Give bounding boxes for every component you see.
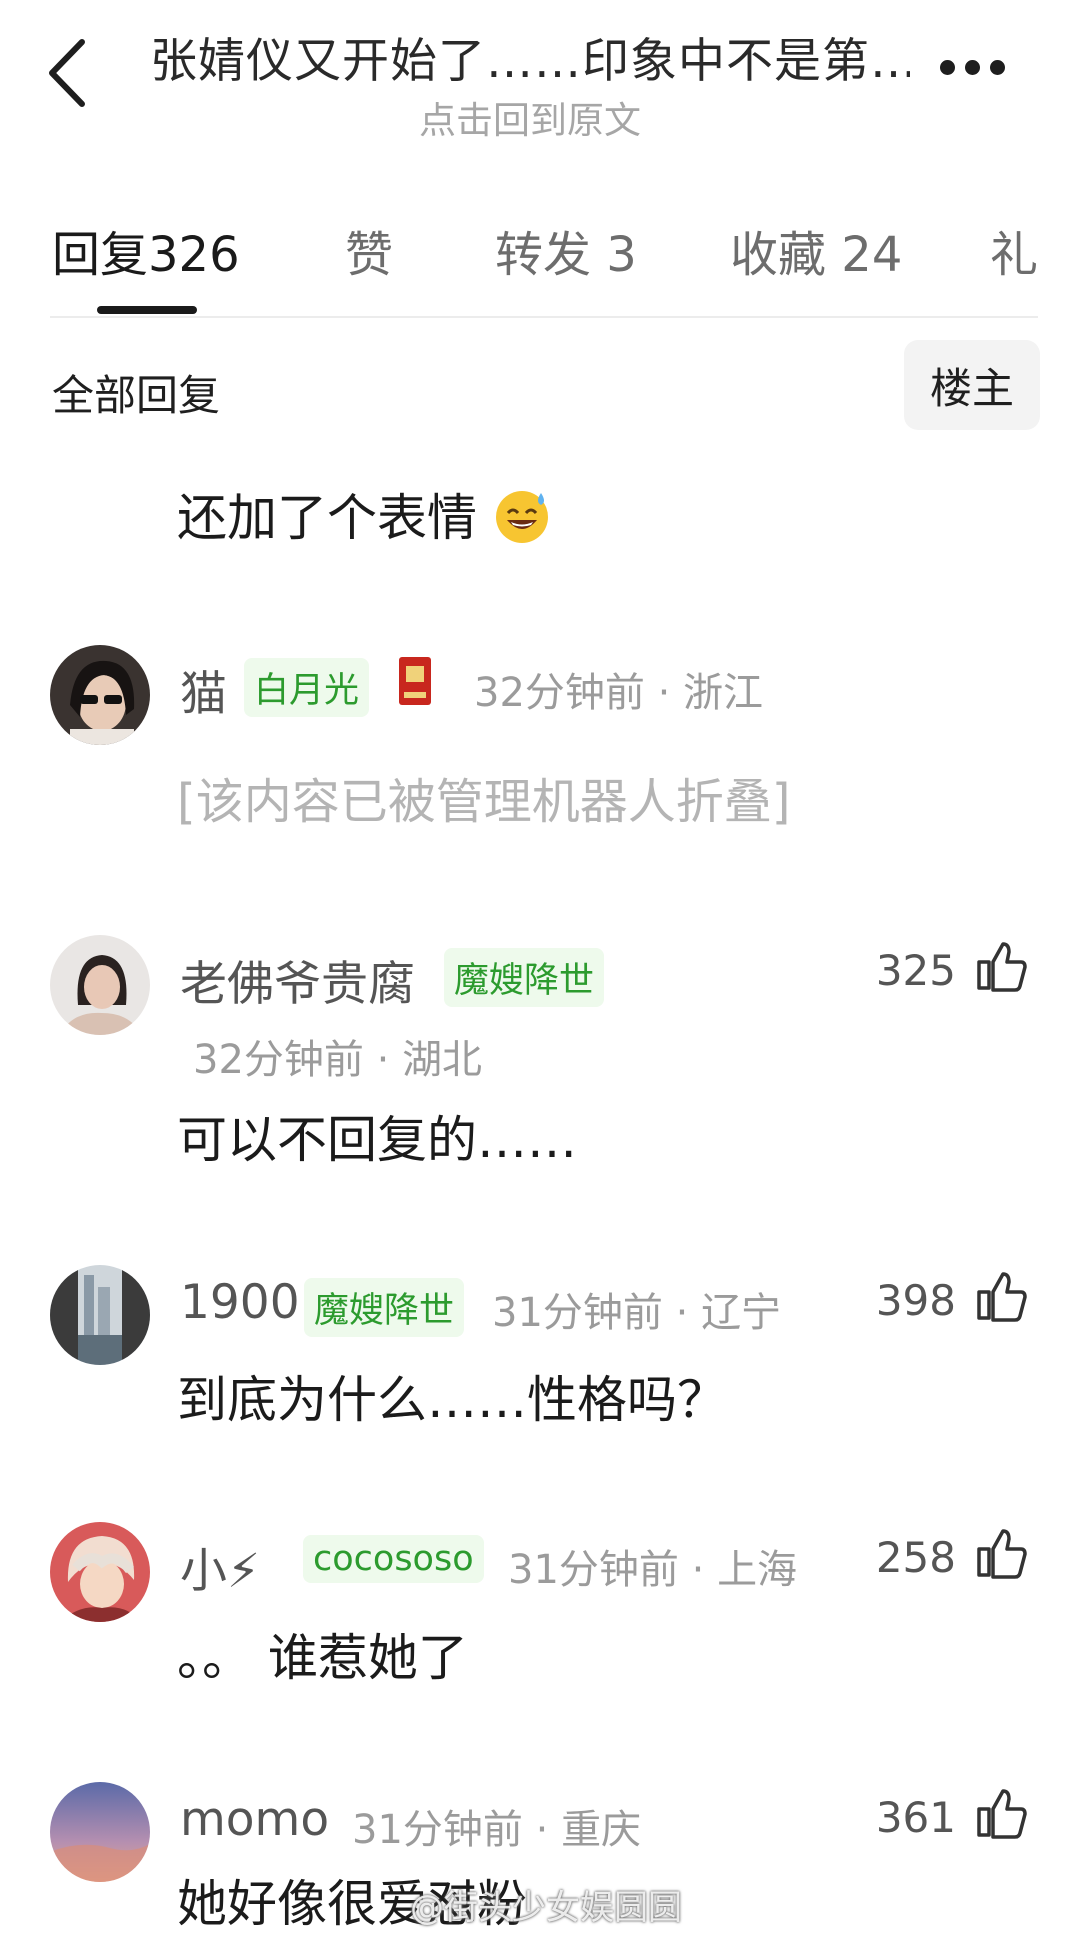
user-badge: 白月光: [244, 658, 370, 717]
username[interactable]: 小⚡: [180, 1532, 260, 1601]
comment-time: 32分钟前: [193, 1037, 364, 1083]
like-count: 325: [875, 946, 956, 995]
watermark: @街头少女娱圆圆: [410, 1888, 682, 1928]
comment-text: 到底为什么……性格吗？: [177, 1371, 727, 1429]
comment-text: 。。 谁惹她了: [177, 1629, 468, 1687]
like-count: 398: [875, 1276, 956, 1325]
back-to-original-link[interactable]: 点击回到原文: [150, 90, 910, 144]
all-replies-label[interactable]: 全部回复: [52, 362, 220, 423]
username[interactable]: 老佛爷贵腐: [180, 945, 415, 1014]
comment-text: 还加了个表情: [177, 478, 551, 550]
tab-label: 礼: [990, 227, 1039, 283]
avatar[interactable]: [50, 1782, 150, 1882]
like-count: 258: [875, 1533, 956, 1582]
tab-count: 3: [606, 227, 637, 283]
divider: [50, 316, 1038, 318]
avatar[interactable]: [50, 935, 150, 1035]
comment-text-content: 还加了个表情: [177, 489, 477, 547]
username[interactable]: 猫: [180, 655, 227, 724]
tab-count: 24: [841, 227, 903, 283]
username[interactable]: 1900: [180, 1275, 300, 1330]
comment-time: 31分钟前: [492, 1290, 663, 1336]
sweat-smile-emoji: [493, 487, 551, 545]
like-icon[interactable]: [975, 1270, 1027, 1322]
avatar[interactable]: [50, 1522, 150, 1622]
tab-gifts[interactable]: 礼: [990, 215, 1038, 285]
tab-count: 326: [148, 227, 240, 283]
tab-label: 转发: [495, 227, 592, 283]
avatar[interactable]: [50, 645, 150, 745]
user-badge: 魔嫂降世: [444, 948, 605, 1007]
like-count: 361: [875, 1793, 956, 1842]
comment-time: 31分钟前: [508, 1547, 679, 1593]
comment-time: 32分钟前: [474, 670, 645, 716]
comment-location: 上海: [717, 1547, 798, 1593]
back-icon[interactable]: [44, 38, 94, 108]
folded-comment-text: [该内容已被管理机器人折叠]: [177, 774, 791, 830]
avatar[interactable]: [50, 1265, 150, 1365]
comment-meta: 32分钟前 · 湖北: [193, 1037, 483, 1083]
comment-location: 湖北: [402, 1037, 483, 1083]
user-badge: cocososo: [303, 1535, 484, 1583]
tab-favorites[interactable]: 收藏 24: [730, 215, 902, 285]
owner-only-button[interactable]: 楼主: [904, 340, 1040, 430]
username[interactable]: momo: [180, 1792, 329, 1847]
like-icon[interactable]: [975, 1787, 1027, 1839]
tab-indicator: [97, 306, 197, 314]
red-envelope-icon: [398, 656, 432, 706]
post-title[interactable]: 张婧仪又开始了……印象中不是第…: [150, 22, 910, 91]
comment-meta: 31分钟前 · 辽宁: [492, 1290, 782, 1336]
comment-location: 辽宁: [701, 1290, 782, 1336]
like-icon[interactable]: [975, 940, 1027, 992]
comment-meta: 32分钟前 · 浙江: [474, 670, 764, 716]
comment-time: 31分钟前: [352, 1807, 523, 1853]
tab-likes[interactable]: 赞: [345, 215, 393, 285]
comment-location: 浙江: [683, 670, 764, 716]
tab-label: 收藏: [730, 227, 827, 283]
comment-meta: 31分钟前 · 重庆: [352, 1807, 642, 1853]
user-badge: 魔嫂降世: [304, 1278, 465, 1337]
comment-location: 重庆: [561, 1807, 642, 1853]
tab-replies[interactable]: 回复326: [52, 215, 240, 285]
like-icon[interactable]: [975, 1527, 1027, 1579]
tab-label: 赞: [345, 227, 394, 283]
tab-reposts[interactable]: 转发 3: [495, 215, 637, 285]
more-icon[interactable]: [940, 60, 1022, 84]
comment-text: 可以不回复的……: [177, 1111, 577, 1169]
comment-meta: 31分钟前 · 上海: [508, 1547, 798, 1593]
tab-label: 回复: [52, 227, 149, 283]
